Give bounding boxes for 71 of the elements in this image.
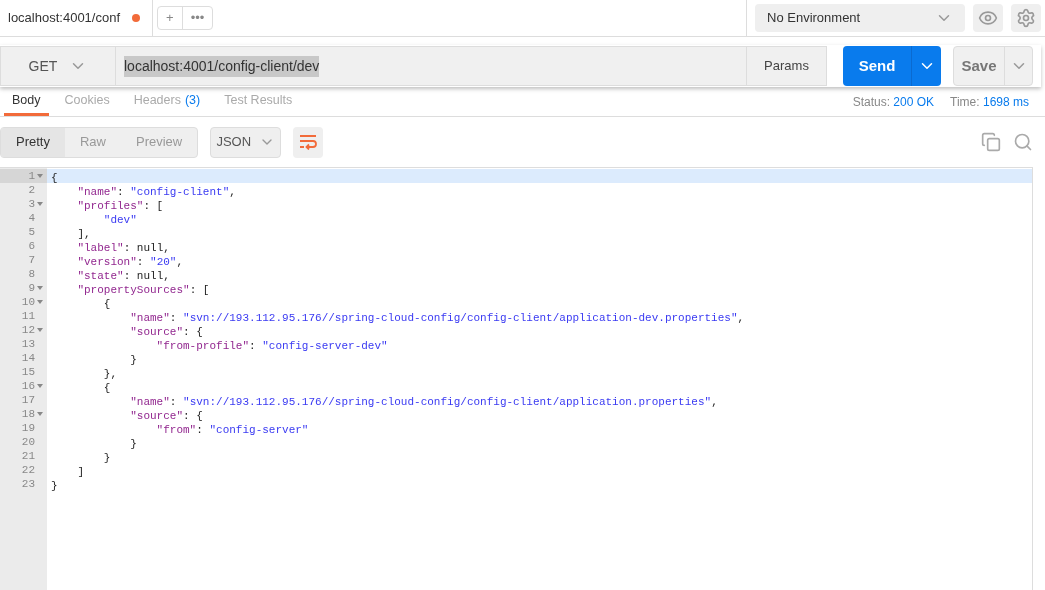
code-line: "state": null,	[76, 270, 170, 282]
line-number: 4	[28, 211, 35, 225]
code-line: },	[102, 368, 117, 380]
code-line: "propertySources": [	[76, 284, 210, 296]
line-number: 17	[21, 393, 35, 407]
view-mode-tab[interactable]: Pretty	[1, 127, 65, 157]
line-number: 9	[28, 281, 35, 295]
response-tab[interactable]: Body	[4, 87, 49, 116]
line-number: 13	[21, 337, 35, 351]
line-number: 1	[28, 169, 35, 183]
fold-arrow-icon[interactable]	[36, 328, 43, 332]
search-icon[interactable]	[1013, 132, 1033, 152]
more-button[interactable]: •••	[181, 7, 213, 29]
line-number: 6	[28, 239, 35, 253]
code-line: "dev"	[102, 214, 137, 226]
line-number: 16	[21, 379, 35, 393]
fold-arrow-icon[interactable]	[36, 384, 43, 388]
status-text: Status: 200 OK	[852, 93, 935, 111]
line-number: 12	[21, 323, 35, 337]
copy-icon[interactable]	[981, 132, 1001, 152]
line-number: 2	[28, 183, 35, 197]
settings-icon[interactable]	[1011, 4, 1041, 32]
line-number: 23	[21, 477, 35, 491]
code-line: "from": "config-server"	[155, 424, 309, 436]
line-number: 3	[28, 197, 35, 211]
code-line: "label": null,	[76, 242, 170, 254]
fold-arrow-icon[interactable]	[36, 286, 43, 290]
code-line: {	[51, 172, 58, 184]
line-number: 8	[28, 267, 35, 281]
line-number: 14	[21, 351, 35, 365]
line-number: 7	[28, 253, 35, 267]
code-line: ],	[76, 228, 91, 240]
line-number: 10	[21, 295, 35, 309]
response-tab[interactable]: Test Results	[216, 87, 301, 116]
new-tab-button[interactable]: +	[158, 7, 182, 29]
code-line: {	[102, 298, 111, 310]
fold-arrow-icon[interactable]	[36, 412, 43, 416]
code-line: ]	[76, 466, 84, 478]
line-number: 18	[21, 407, 35, 421]
fold-arrow-icon[interactable]	[36, 202, 43, 206]
code-line: "source": {	[129, 326, 203, 338]
format-select[interactable]: JSON	[210, 126, 282, 158]
code-line: }	[129, 354, 137, 366]
code-line: "name": "svn://193.112.95.176//spring-cloud-config/config-client/application-dev.properties",	[129, 312, 745, 324]
code-line: {	[102, 382, 111, 394]
eye-icon[interactable]	[973, 4, 1003, 32]
line-number: 19	[21, 421, 35, 435]
response-tab[interactable]: Headers (3)	[125, 87, 209, 116]
view-mode-tab[interactable]: Raw	[64, 127, 121, 157]
code-line: "version": "20",	[76, 256, 184, 268]
environment-select[interactable]: No Environment	[755, 4, 965, 32]
code-line: "from-profile": "config-server-dev"	[155, 340, 388, 352]
code-line: "source": {	[129, 410, 203, 422]
response-tab[interactable]: Cookies	[56, 87, 118, 116]
code-line: "name": "config-client",	[76, 186, 236, 198]
line-number: 11	[21, 309, 35, 323]
time-text: Time: 1698 ms	[950, 93, 1029, 111]
line-number: 22	[21, 463, 35, 477]
code-line: "name": "svn://193.112.95.176//spring-cloud-config/config-client/application.properties",	[129, 396, 718, 408]
view-mode-tab[interactable]: Preview	[121, 127, 198, 157]
line-number: 21	[21, 449, 35, 463]
line-number: 20	[21, 435, 35, 449]
wrap-icon[interactable]	[293, 126, 324, 158]
code-line: "profiles": [	[76, 200, 164, 212]
code-line: }	[129, 438, 137, 450]
code-line: }	[51, 480, 58, 492]
line-number: 15	[21, 365, 35, 379]
fold-arrow-icon[interactable]	[36, 174, 43, 178]
fold-arrow-icon[interactable]	[36, 300, 43, 304]
line-number: 5	[28, 225, 35, 239]
code-line: }	[102, 452, 111, 464]
